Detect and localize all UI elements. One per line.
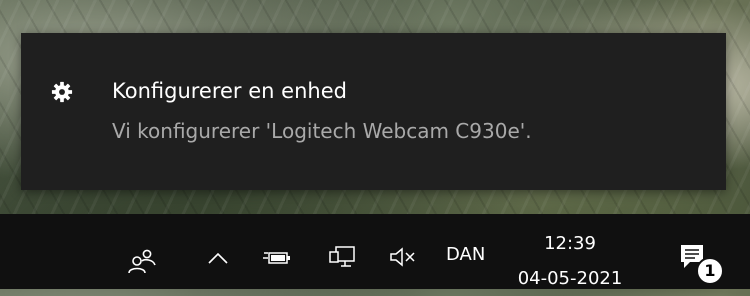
input-language-indicator[interactable]: DAN	[446, 244, 485, 265]
taskbar: DAN 12:39 04-05-2021 1	[0, 214, 750, 289]
notification-title: Konfigurerer en enhed	[112, 79, 347, 103]
notification-message: Vi konfigurerer 'Logitech Webcam C930e'.	[112, 119, 532, 143]
volume-muted-icon[interactable]	[388, 246, 418, 268]
gear-icon	[51, 81, 73, 103]
action-center-button[interactable]: 1	[672, 236, 724, 286]
chevron-up-icon[interactable]	[205, 250, 231, 266]
notification-toast[interactable]: Konfigurerer en enhed Vi konfigurerer 'L…	[21, 33, 726, 190]
people-icon[interactable]	[127, 247, 157, 275]
clock-time: 12:39	[544, 233, 596, 254]
clock-date: 04-05-2021	[517, 268, 623, 289]
battery-icon[interactable]	[262, 248, 292, 268]
notification-count-badge: 1	[696, 257, 724, 285]
network-icon[interactable]	[327, 244, 357, 270]
taskbar-clock[interactable]: 12:39 04-05-2021	[515, 226, 625, 296]
